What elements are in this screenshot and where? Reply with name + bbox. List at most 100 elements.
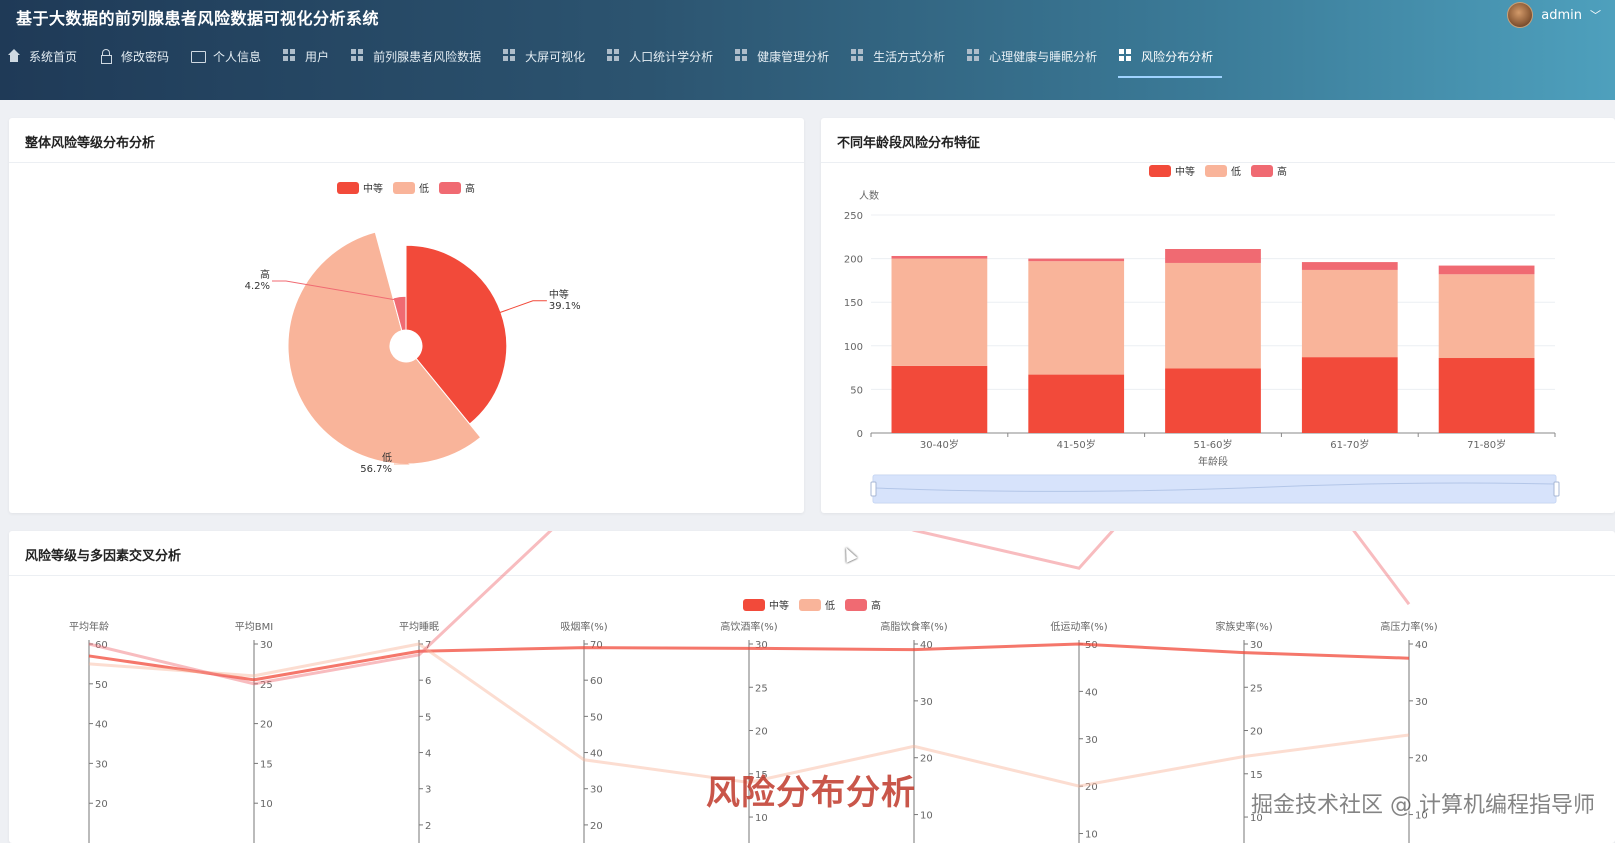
nav-item-4[interactable]: 前列腺患者风险数据 <box>344 37 496 75</box>
axis-tick-label: 2 <box>425 821 431 832</box>
nav-item-2[interactable]: 个人信息 <box>184 37 276 75</box>
axis-tick-label: 20 <box>1415 754 1428 765</box>
y-tick-label: 50 <box>850 385 863 396</box>
axis-tick-label: 20 <box>260 720 273 731</box>
nav-item-label: 修改密码 <box>121 49 170 64</box>
parallel-axis-name: 高饮酒率(%) <box>720 620 777 633</box>
nav-item-label: 系统首页 <box>29 49 78 64</box>
app-title: 基于大数据的前列腺患者风险数据可视化分析系统 <box>16 9 380 28</box>
bar-segment <box>1028 374 1125 433</box>
nav-item-label: 大屏可视化 <box>525 49 586 64</box>
axis-tick-label: 40 <box>95 720 108 731</box>
datazoom-handle-left <box>870 481 877 497</box>
bar-segment <box>891 365 988 433</box>
axis-tick-label: 40 <box>1085 687 1098 698</box>
nav-item-label: 风险分布分析 <box>1141 49 1214 64</box>
rose-pie-chart: 中等39.1% 低56.7% 高4.2% <box>245 231 581 475</box>
grid-icon <box>607 49 621 63</box>
parallel-axis-name: 平均年龄 <box>69 620 109 633</box>
nav-item-6[interactable]: 人口统计学分析 <box>600 37 728 75</box>
lock-icon <box>99 49 113 64</box>
nav-item-label: 用户 <box>305 49 330 64</box>
nav-item-9[interactable]: 心理健康与睡眠分析 <box>960 37 1112 75</box>
nav-item-label: 生活方式分析 <box>873 49 946 64</box>
bar-segment <box>891 258 988 366</box>
parallel-axis-name: 平均睡眠 <box>399 620 439 633</box>
x-tick-label: 51-60岁 <box>1193 438 1232 451</box>
pie-label-line <box>496 300 547 315</box>
x-tick-label: 41-50岁 <box>1057 438 1096 451</box>
x-axis-title: 年龄段 <box>1198 455 1228 468</box>
x-tick-label: 30-40岁 <box>920 438 959 451</box>
y-tick-label: 250 <box>844 211 863 222</box>
axis-tick-label: 10 <box>920 811 933 822</box>
axis-tick-label: 30 <box>95 759 108 770</box>
parallel-axis-name: 低运动率(%) <box>1050 620 1107 633</box>
chevron-down-icon[interactable]: ﹀ <box>1590 7 1601 23</box>
watermark: 掘金技术社区 @ 计算机编程指导师 <box>1251 793 1595 818</box>
avatar[interactable] <box>1507 2 1534 28</box>
axis-tick-label: 40 <box>590 749 603 760</box>
axis-tick-label: 50 <box>95 680 108 691</box>
parallel-axis-name: 平均BMI <box>235 621 273 633</box>
bar-segment <box>1165 368 1261 433</box>
bar-segment <box>1438 358 1535 433</box>
user-name[interactable]: admin <box>1541 8 1582 23</box>
axis-tick-label: 25 <box>1250 683 1263 694</box>
nav-item-label: 前列腺患者风险数据 <box>373 49 482 64</box>
user-menu[interactable]: admin ﹀ <box>1507 2 1601 28</box>
axis-tick-label: 3 <box>425 785 431 796</box>
axis-tick-label: 15 <box>260 759 273 770</box>
bar-segment <box>1301 269 1398 358</box>
nav-item-1[interactable]: 修改密码 <box>92 37 184 75</box>
nav-item-5[interactable]: 大屏可视化 <box>496 37 600 75</box>
bar-segment <box>1165 262 1261 369</box>
axis-tick-label: 10 <box>1085 830 1098 841</box>
parallel-axis-name: 家族史率(%) <box>1215 620 1272 633</box>
axis-tick-label: 30 <box>920 697 933 708</box>
grid-icon <box>851 49 865 63</box>
pie-label-name: 低 <box>382 451 392 464</box>
bar-segment <box>1165 249 1261 263</box>
axis-tick-label: 15 <box>1250 770 1263 781</box>
bar-segment <box>1028 261 1125 375</box>
datazoom-handle-right <box>1553 481 1560 497</box>
overall-risk-panel: 整体风险等级分布分析 中等 低 高 中等 39.1% 低 56.7% 高 4.2% <box>9 118 804 513</box>
nav-item-8[interactable]: 生活方式分析 <box>844 37 960 75</box>
main-nav: 系统首页 修改密码 个人信息 用户 前列腺患者风险数据 大屏可视化 人口统计学分析 健康管理分… <box>0 36 1228 78</box>
axis-tick-label: 70 <box>590 640 603 651</box>
axis-tick-label: 25 <box>755 683 768 694</box>
overlay-caption: 风险分布分析 <box>706 773 916 813</box>
nav-item-10[interactable]: 风险分布分析 <box>1112 37 1228 78</box>
top-header: 基于大数据的前列腺患者风险数据可视化分析系统 admin ﹀ 系统首页 修改密码 个… <box>0 0 1615 100</box>
nav-item-label: 健康管理分析 <box>757 49 830 64</box>
axis-tick-label: 20 <box>755 727 768 738</box>
nav-item-0[interactable]: 系统首页 <box>0 37 92 75</box>
nav-item-3[interactable]: 用户 <box>276 37 344 75</box>
axis-tick-label: 4 <box>425 749 431 760</box>
bar-segment <box>1028 258 1125 262</box>
parallel-axis-name: 高脂饮食率(%) <box>880 620 947 633</box>
axis-tick-label: 20 <box>590 821 603 832</box>
axis-tick-label: 40 <box>1415 640 1428 651</box>
x-tick-label: 71-80岁 <box>1467 438 1506 451</box>
pie-label-percent: 56.7% <box>360 464 392 475</box>
grid-icon <box>967 49 981 63</box>
axis-tick-label: 20 <box>920 754 933 765</box>
axis-tick-label: 30 <box>1250 640 1263 651</box>
axis-tick-label: 20 <box>1250 727 1263 738</box>
axis-tick-label: 6 <box>425 676 431 687</box>
age-risk-panel: 不同年龄段风险分布特征 中等 低 高 人数 0 50 100 150 200 250 30-4… <box>821 118 1615 513</box>
axis-tick-label: 10 <box>260 799 273 810</box>
nav-item-7[interactable]: 健康管理分析 <box>728 37 844 75</box>
bar-segment <box>1438 265 1535 275</box>
y-tick-label: 100 <box>844 342 863 353</box>
axis-tick-label: 10 <box>755 813 768 824</box>
axis-tick-label: 30 <box>260 640 273 651</box>
bar-segment <box>1438 274 1535 359</box>
x-tick-label: 61-70岁 <box>1330 438 1369 451</box>
pie-label-name: 中等 <box>549 288 569 301</box>
axis-tick-label: 60 <box>590 676 603 687</box>
nav-item-label: 心理健康与睡眠分析 <box>989 49 1098 64</box>
axis-tick-label: 50 <box>590 712 603 723</box>
